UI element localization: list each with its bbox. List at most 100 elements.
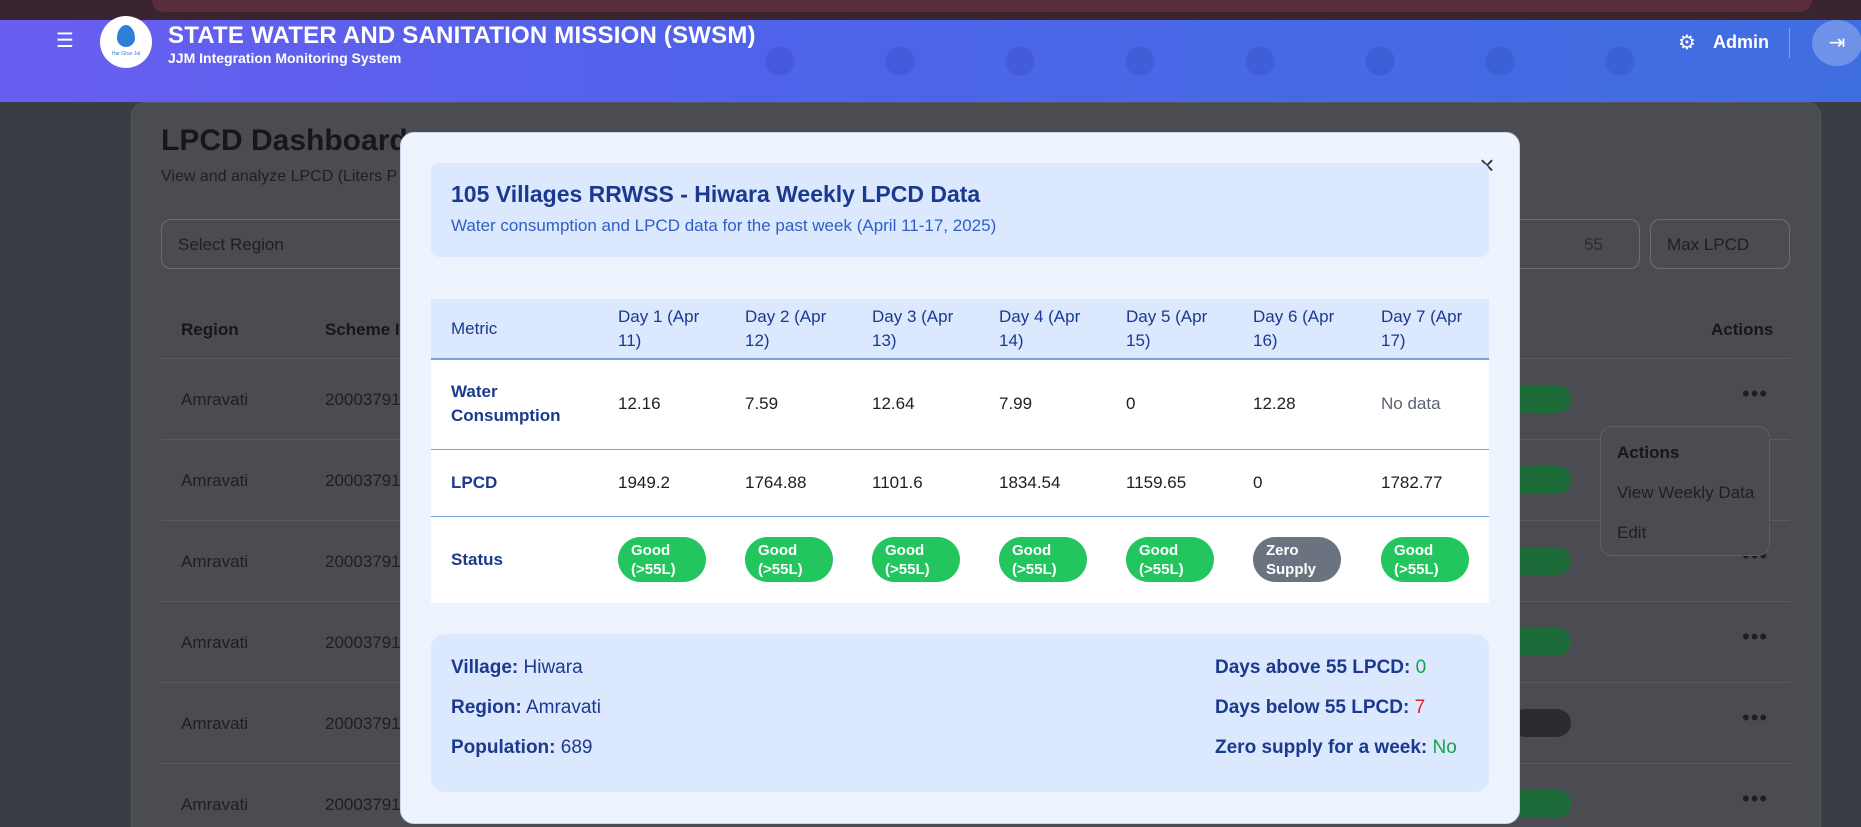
status-cell: Good (>55L) (1106, 516, 1233, 603)
row-scheme: 20003791 (325, 795, 401, 814)
cell-value: 1764.88 (725, 449, 852, 517)
population-field: Population: 689 (451, 737, 592, 759)
zero-supply-field: Zero supply for a week: No (1215, 737, 1457, 759)
more-actions-icon[interactable]: ••• (1742, 705, 1768, 731)
row-scheme: 20003791 (325, 471, 401, 490)
field-label: Days above 55 LPCD: (1215, 657, 1411, 678)
status-badge: Good (>55L) (1381, 537, 1469, 583)
cell-value: 1782.77 (1361, 449, 1489, 517)
cell-value: 1159.65 (1106, 449, 1233, 517)
header-divider (1789, 28, 1790, 58)
status-cell: Good (>55L) (1361, 516, 1489, 603)
cell-value: 0 (1106, 359, 1233, 450)
status-badge: Zero Supply (1253, 537, 1341, 583)
water-consumption-row: Water Consumption 12.16 7.59 12.64 7.99 … (431, 359, 1489, 450)
logo-text: Har Ghar Jal (111, 51, 141, 57)
field-value: 7 (1414, 697, 1426, 718)
cell-value: 7.59 (725, 359, 852, 450)
field-label: Village: (451, 657, 519, 678)
app-title: STATE WATER AND SANITATION MISSION (SWSM… (168, 22, 756, 49)
menu-icon[interactable]: ☰ (54, 31, 76, 51)
row-region: Amravati (181, 714, 249, 733)
row-scheme: 20003791 (325, 390, 401, 409)
status-cell: Good (>55L) (598, 516, 725, 603)
column-header-region[interactable]: Region (181, 320, 239, 340)
field-value: 0 (1415, 657, 1427, 678)
field-label: Region: (451, 697, 522, 718)
cell-value: 1834.54 (979, 449, 1106, 517)
column-header-day-7: Day 7 (Apr 17) (1361, 299, 1489, 360)
column-header-day-2: Day 2 (Apr 12) (725, 299, 852, 360)
column-header-day-6: Day 6 (Apr 16) (1233, 299, 1361, 360)
weekly-lpcd-table: Metric Day 1 (Apr 11) Day 2 (Apr 12) Day… (431, 299, 1489, 603)
cell-value: 12.16 (598, 359, 725, 450)
metric-label: Status (431, 516, 598, 603)
cell-value: No data (1361, 359, 1489, 450)
more-actions-icon[interactable]: ••• (1742, 786, 1768, 812)
field-value: Amravati (525, 697, 601, 718)
admin-user[interactable]: Admin (1713, 32, 1769, 53)
row-region: Amravati (181, 552, 249, 571)
field-value: Hiwara (523, 657, 583, 678)
column-header-actions: Actions (1711, 320, 1774, 339)
status-badge: Good (>55L) (745, 537, 833, 583)
status-cell: Good (>55L) (852, 516, 979, 603)
browser-chrome (0, 0, 1861, 20)
column-header-scheme[interactable]: Scheme II (325, 320, 404, 340)
cell-value: 1949.2 (598, 449, 725, 517)
app-logo: Har Ghar Jal (100, 16, 152, 68)
header-pattern (760, 36, 1660, 86)
max-lpcd-input[interactable]: Max LPCD (1650, 219, 1790, 269)
page-title: LPCD Dashboard (161, 124, 408, 157)
gear-icon[interactable]: ⚙ (1676, 32, 1698, 54)
status-badge: Good (>55L) (872, 537, 960, 583)
app-subtitle: JJM Integration Monitoring System (168, 50, 402, 66)
field-label: Days below 55 LPCD: (1215, 697, 1410, 718)
field-label: Zero supply for a week: (1215, 737, 1428, 758)
row-scheme: 20003791 (325, 714, 401, 733)
row-region: Amravati (181, 795, 249, 814)
logout-icon[interactable]: ⇥ (1812, 20, 1861, 66)
column-header-day-5: Day 5 (Apr 15) (1106, 299, 1233, 360)
status-badge: Good (>55L) (618, 537, 706, 583)
edit-item[interactable]: Edit (1617, 523, 1646, 543)
cell-value: 0 (1233, 449, 1361, 517)
status-badge (1511, 547, 1571, 575)
column-header-day-4: Day 4 (Apr 14) (979, 299, 1106, 360)
region-field: Region: Amravati (451, 697, 601, 719)
status-row: Status Good (>55L) Good (>55L) Good (>55… (431, 516, 1489, 603)
lpcd-row: LPCD 1949.2 1764.88 1101.6 1834.54 1159.… (431, 449, 1489, 517)
address-bar[interactable] (152, 0, 1812, 12)
modal-title: 105 Villages RRWSS - Hiwara Weekly LPCD … (451, 181, 981, 207)
row-region: Amravati (181, 633, 249, 652)
modal-subtitle: Water consumption and LPCD data for the … (451, 216, 997, 235)
column-header-day-1: Day 1 (Apr 11) (598, 299, 725, 360)
cell-value: 12.28 (1233, 359, 1361, 450)
status-badge (1511, 466, 1571, 494)
metric-label: Water Consumption (431, 359, 598, 450)
row-region: Amravati (181, 390, 249, 409)
cell-value: 1101.6 (852, 449, 979, 517)
status-badge (1511, 385, 1571, 413)
status-badge (1511, 790, 1571, 818)
actions-dropdown: Actions View Weekly Data Edit (1600, 426, 1770, 556)
days-below-field: Days below 55 LPCD: 7 (1215, 697, 1425, 719)
column-header-day-3: Day 3 (Apr 13) (852, 299, 979, 360)
row-scheme: 20003791 (325, 633, 401, 652)
cell-value: 12.64 (852, 359, 979, 450)
status-badge: Good (>55L) (1126, 537, 1214, 583)
cell-value: 7.99 (979, 359, 1106, 450)
field-value: No (1432, 737, 1457, 758)
more-actions-icon[interactable]: ••• (1742, 624, 1768, 650)
page-description: View and analyze LPCD (Liters P (161, 168, 398, 185)
region-select[interactable]: Select Region (161, 219, 421, 269)
status-badge: Good (>55L) (999, 537, 1087, 583)
village-field: Village: Hiwara (451, 657, 583, 679)
modal-header (431, 163, 1489, 257)
status-cell: Good (>55L) (725, 516, 852, 603)
table-header-row: Metric Day 1 (Apr 11) Day 2 (Apr 12) Day… (431, 299, 1489, 360)
field-value: 689 (560, 737, 593, 758)
status-cell: Good (>55L) (979, 516, 1106, 603)
view-weekly-data-item[interactable]: View Weekly Data (1617, 483, 1754, 503)
more-actions-icon[interactable]: ••• (1742, 381, 1768, 407)
